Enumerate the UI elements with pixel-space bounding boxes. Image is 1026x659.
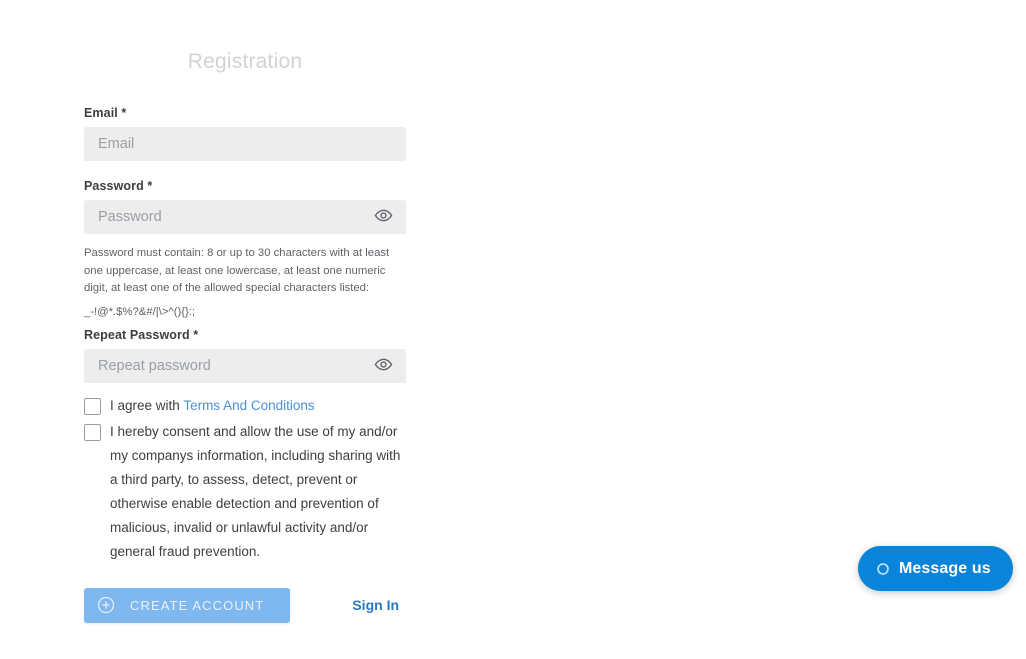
consent-checkbox[interactable] [84, 423, 101, 441]
terms-label: I agree with Terms And Conditions [110, 394, 315, 418]
email-field-wrapper[interactable] [84, 127, 406, 161]
terms-checkbox-row[interactable]: I agree with Terms And Conditions [84, 397, 406, 418]
message-us-label: Message us [899, 559, 991, 577]
terms-and-conditions-link[interactable]: Terms And Conditions [183, 398, 314, 413]
email-label: Email * [84, 106, 127, 120]
terms-label-text: I agree with [110, 397, 180, 413]
email-input[interactable] [84, 127, 406, 161]
repeat-password-input[interactable] [84, 348, 406, 383]
terms-checkbox[interactable] [84, 397, 101, 415]
password-field-wrapper[interactable] [84, 200, 406, 234]
password-label: Password * [84, 179, 153, 193]
password-visibility-toggle[interactable] [373, 207, 393, 227]
create-account-label: CREATE ACCOUNT [130, 597, 265, 613]
eye-icon [374, 206, 393, 228]
create-account-button[interactable]: CREATE ACCOUNT [84, 587, 291, 623]
password-special-characters: _-!@*.$%?&#/|\>^(){}:; [84, 305, 196, 318]
sign-in-link[interactable]: Sign In [352, 597, 399, 613]
message-us-widget[interactable]: Message us [858, 546, 1013, 591]
consent-label: I hereby consent and allow the use of my… [110, 423, 401, 559]
page-title: Registration [187, 50, 303, 73]
repeat-password-label: Repeat Password * [84, 327, 199, 342]
password-hint: Password must contain: 8 or up to 30 cha… [84, 247, 390, 294]
registration-form: Registration Email * Password * Password… [84, 40, 406, 623]
form-actions: CREATE ACCOUNT Sign In [84, 587, 406, 623]
chat-circle-icon [876, 562, 890, 576]
plus-circle-icon [96, 595, 116, 615]
consent-checkbox-row[interactable]: I hereby consent and allow the use of my… [84, 423, 406, 564]
repeat-password-visibility-toggle[interactable] [373, 356, 393, 376]
repeat-password-field-wrapper[interactable] [84, 348, 406, 383]
eye-icon [374, 355, 393, 377]
password-input[interactable] [84, 200, 406, 234]
